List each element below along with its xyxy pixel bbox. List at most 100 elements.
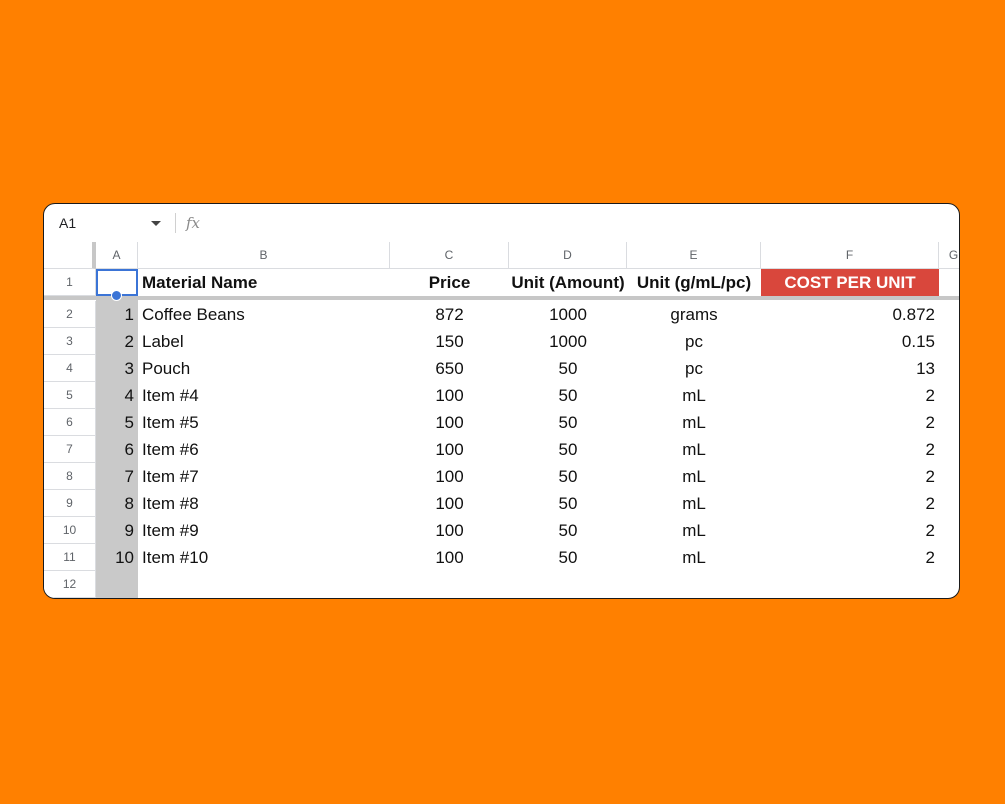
row-header[interactable]: 12: [44, 571, 96, 598]
cell-f[interactable]: 2: [761, 382, 939, 409]
cell-a[interactable]: 10: [96, 544, 138, 571]
cell-a[interactable]: 4: [96, 382, 138, 409]
cell-f[interactable]: 2: [761, 490, 939, 517]
cell-c[interactable]: 100: [390, 409, 509, 436]
frozen-row-divider[interactable]: [44, 296, 959, 300]
cell-c[interactable]: [390, 571, 509, 598]
cell-d[interactable]: 50: [509, 490, 627, 517]
row-header[interactable]: 4: [44, 355, 96, 382]
cell-a[interactable]: 6: [96, 436, 138, 463]
cell-e[interactable]: mL: [627, 544, 761, 571]
cell-d[interactable]: 50: [509, 517, 627, 544]
cell-a[interactable]: 3: [96, 355, 138, 382]
cell-b[interactable]: Item #7: [138, 463, 390, 490]
header-cell-b[interactable]: Material Name: [138, 269, 390, 296]
cell-e[interactable]: mL: [627, 490, 761, 517]
cell-c[interactable]: 650: [390, 355, 509, 382]
cell-d[interactable]: 1000: [509, 301, 627, 328]
header-cell-d[interactable]: Unit (Amount): [509, 269, 627, 296]
row-header[interactable]: 8: [44, 463, 96, 490]
fx-icon: fx: [186, 214, 201, 232]
fill-handle[interactable]: [111, 290, 122, 301]
cell-e[interactable]: grams: [627, 301, 761, 328]
cell-d[interactable]: 50: [509, 544, 627, 571]
cell-c[interactable]: 150: [390, 328, 509, 355]
formula-input[interactable]: [200, 204, 959, 242]
cell-d[interactable]: 50: [509, 409, 627, 436]
cell-c[interactable]: 100: [390, 490, 509, 517]
row-header[interactable]: 5: [44, 382, 96, 409]
cell-b[interactable]: Item #10: [138, 544, 390, 571]
cell-e[interactable]: pc: [627, 328, 761, 355]
cell-d[interactable]: 50: [509, 463, 627, 490]
row-header[interactable]: 9: [44, 490, 96, 517]
row-header[interactable]: 7: [44, 436, 96, 463]
cell-b[interactable]: Item #5: [138, 409, 390, 436]
cell-a[interactable]: 8: [96, 490, 138, 517]
cell-d[interactable]: [509, 571, 627, 598]
cell-a[interactable]: 7: [96, 463, 138, 490]
cell-d[interactable]: 50: [509, 382, 627, 409]
cell-e[interactable]: mL: [627, 409, 761, 436]
cost-per-unit-header[interactable]: COST PER UNIT: [761, 269, 939, 296]
cell-e[interactable]: pc: [627, 355, 761, 382]
cell-d[interactable]: 50: [509, 355, 627, 382]
formula-bar-divider: [175, 213, 176, 233]
cell-a[interactable]: 1: [96, 301, 138, 328]
cell-d[interactable]: 1000: [509, 328, 627, 355]
cell-c[interactable]: 100: [390, 544, 509, 571]
spreadsheet-window: A1 fx A B C D E F G 1 Material Name Price Unit (Am…: [43, 203, 960, 599]
cell-c[interactable]: 100: [390, 517, 509, 544]
cell-a[interactable]: 5: [96, 409, 138, 436]
cell-c[interactable]: 100: [390, 436, 509, 463]
cell-b[interactable]: Coffee Beans: [138, 301, 390, 328]
cell-b[interactable]: Item #9: [138, 517, 390, 544]
column-header-e[interactable]: E: [627, 242, 761, 269]
cell-b[interactable]: Item #8: [138, 490, 390, 517]
cell-a[interactable]: 2: [96, 328, 138, 355]
cell-a[interactable]: 9: [96, 517, 138, 544]
column-header-g[interactable]: G: [939, 242, 959, 269]
header-cell-c[interactable]: Price: [390, 269, 509, 296]
cell-b[interactable]: Item #6: [138, 436, 390, 463]
cell-e[interactable]: [627, 571, 761, 598]
cell-b[interactable]: Label: [138, 328, 390, 355]
cell-f[interactable]: 2: [761, 517, 939, 544]
formula-bar: A1 fx: [44, 204, 959, 243]
header-cell-e[interactable]: Unit (g/mL/pc): [627, 269, 761, 296]
row-header[interactable]: 1: [44, 269, 96, 296]
cell-c[interactable]: 100: [390, 382, 509, 409]
cell-e[interactable]: mL: [627, 436, 761, 463]
select-all-corner[interactable]: [44, 242, 96, 269]
name-box-dropdown-icon[interactable]: [151, 220, 161, 226]
cell-f[interactable]: 13: [761, 355, 939, 382]
cell-f[interactable]: 2: [761, 409, 939, 436]
cell-a[interactable]: [96, 571, 138, 598]
column-header-f[interactable]: F: [761, 242, 939, 269]
cell-f[interactable]: 2: [761, 544, 939, 571]
row-header[interactable]: 3: [44, 328, 96, 355]
column-header-a[interactable]: A: [96, 242, 138, 269]
row-header[interactable]: 6: [44, 409, 96, 436]
cell-f[interactable]: [761, 571, 939, 598]
cell-c[interactable]: 872: [390, 301, 509, 328]
cell-c[interactable]: 100: [390, 463, 509, 490]
column-header-b[interactable]: B: [138, 242, 390, 269]
cell-f[interactable]: 0.15: [761, 328, 939, 355]
cell-e[interactable]: mL: [627, 382, 761, 409]
row-header[interactable]: 10: [44, 517, 96, 544]
cell-f[interactable]: 2: [761, 463, 939, 490]
cell-b[interactable]: [138, 571, 390, 598]
cell-b[interactable]: Pouch: [138, 355, 390, 382]
cell-e[interactable]: mL: [627, 517, 761, 544]
name-box[interactable]: A1: [44, 215, 147, 231]
column-header-d[interactable]: D: [509, 242, 627, 269]
row-header[interactable]: 11: [44, 544, 96, 571]
row-header[interactable]: 2: [44, 301, 96, 328]
column-header-c[interactable]: C: [390, 242, 509, 269]
cell-d[interactable]: 50: [509, 436, 627, 463]
cell-b[interactable]: Item #4: [138, 382, 390, 409]
cell-f[interactable]: 0.872: [761, 301, 939, 328]
cell-f[interactable]: 2: [761, 436, 939, 463]
cell-e[interactable]: mL: [627, 463, 761, 490]
